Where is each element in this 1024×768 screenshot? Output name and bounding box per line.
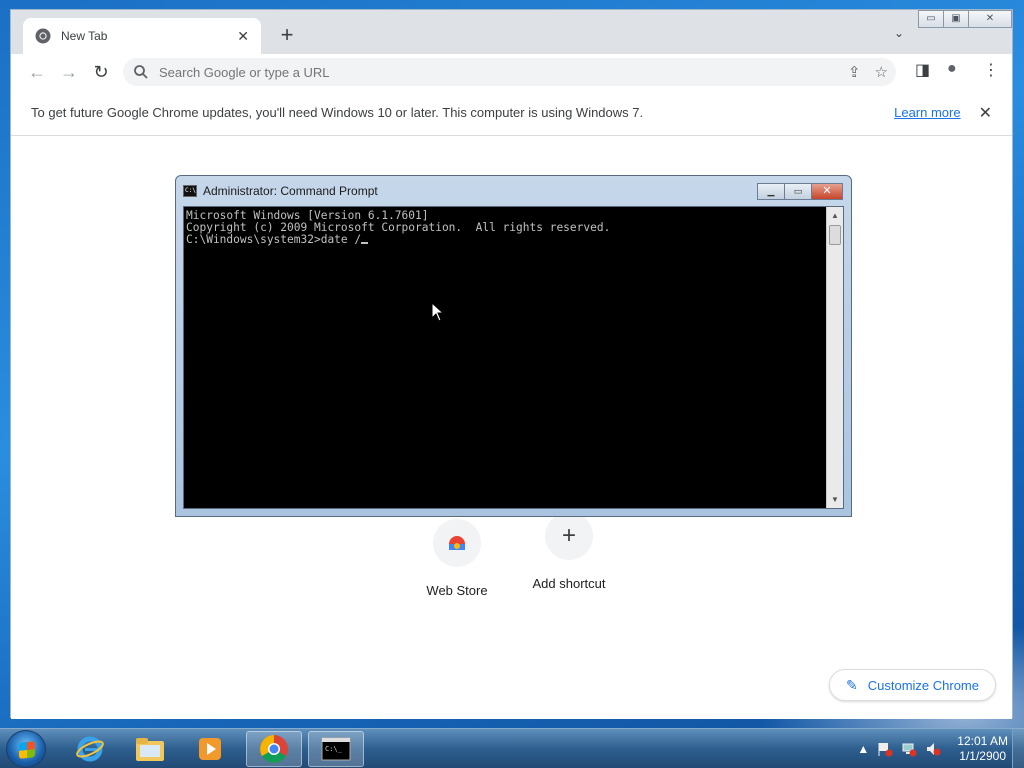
customize-chrome-button[interactable]: ✎ Customize Chrome — [829, 669, 996, 701]
cmd-prompt: C:\Windows\system32>date / — [186, 233, 362, 246]
update-infobar: To get future Google Chrome updates, you… — [11, 90, 1012, 136]
omnibox[interactable]: ⇪ ☆ — [123, 58, 896, 86]
maximize-button[interactable]: ▣ — [943, 10, 969, 28]
back-button[interactable]: ← — [25, 60, 49, 84]
tab-close-icon[interactable]: ✕ — [237, 28, 249, 45]
bookmark-star-icon[interactable]: ☆ — [875, 63, 888, 81]
scroll-thumb[interactable] — [829, 225, 841, 245]
scroll-up-arrow-icon[interactable]: ▲ — [827, 207, 843, 224]
scroll-down-arrow-icon[interactable]: ▼ — [827, 491, 843, 508]
taskbar-media-player[interactable] — [182, 731, 238, 767]
tab-new-tab[interactable]: New Tab ✕ — [23, 18, 261, 54]
command-prompt-window: C:\ Administrator: Command Prompt ▁ ▭ ✕ … — [175, 175, 852, 517]
search-icon — [134, 65, 148, 79]
cmd-minimize-button[interactable]: ▁ — [757, 182, 785, 200]
cmd-close-button[interactable]: ✕ — [811, 182, 843, 200]
tray-expand-icon[interactable]: ▲ — [857, 742, 869, 756]
taskbar: C:\_ ▲ 12:01 AM 1/1/2900 — [0, 728, 1024, 768]
internet-explorer-icon — [76, 736, 104, 762]
close-window-button[interactable]: ✕ — [968, 10, 1012, 28]
cmd-prompt-line: C:\Windows\system32>date / — [186, 234, 825, 246]
infobar-message: To get future Google Chrome updates, you… — [31, 105, 644, 120]
clock-time: 12:01 AM — [957, 734, 1008, 748]
side-panel-icon[interactable]: ◨ — [915, 60, 930, 80]
profile-avatar-icon[interactable]: ● — [947, 60, 957, 78]
cmd-maximize-button[interactable]: ▭ — [784, 182, 812, 200]
cmd-titlebar[interactable]: C:\ Administrator: Command Prompt ▁ ▭ ✕ — [183, 176, 844, 206]
cmd-taskbar-icon: C:\_ — [321, 737, 351, 761]
cmd-console[interactable]: Microsoft Windows [Version 6.1.7601] Copy… — [183, 206, 844, 509]
cmd-scrollbar[interactable]: ▲ ▼ — [826, 207, 843, 508]
reload-button[interactable]: ↻ — [89, 60, 113, 84]
cmd-icon: C:\ — [183, 185, 197, 197]
tab-search-icon[interactable]: ⌄ — [894, 26, 904, 40]
share-icon[interactable]: ⇪ — [848, 63, 861, 81]
taskbar-command-prompt[interactable]: C:\_ — [308, 731, 364, 767]
taskbar-internet-explorer[interactable] — [62, 731, 118, 767]
shortcut-web-store[interactable]: Web Store — [407, 519, 507, 598]
network-icon[interactable] — [901, 741, 917, 757]
shortcut-add[interactable]: + Add shortcut — [519, 512, 619, 591]
svg-text:C:\_: C:\_ — [325, 745, 343, 753]
minimize-button[interactable]: ▭ — [918, 10, 944, 28]
volume-muted-icon[interactable] — [925, 741, 941, 757]
folder-icon — [136, 738, 164, 761]
cmd-window-controls: ▁ ▭ ✕ — [757, 182, 843, 200]
customize-label: Customize Chrome — [867, 677, 979, 693]
tab-strip: New Tab ✕ + ⌄ ▭ ▣ ✕ — [11, 10, 1012, 54]
web-store-icon — [433, 519, 481, 567]
mouse-pointer-icon — [431, 302, 445, 322]
cmd-title: Administrator: Command Prompt — [203, 184, 378, 198]
action-center-flag-icon[interactable] — [877, 741, 893, 757]
cmd-output: Microsoft Windows [Version 6.1.7601] Copy… — [186, 210, 825, 246]
start-button[interactable] — [6, 730, 46, 768]
media-player-icon — [199, 738, 221, 760]
chrome-menu-icon[interactable]: ⋮ — [983, 60, 999, 80]
taskbar-file-explorer[interactable] — [122, 731, 178, 767]
address-input[interactable] — [159, 64, 848, 80]
forward-button[interactable]: → — [57, 60, 81, 84]
tab-title: New Tab — [61, 29, 108, 43]
clock[interactable]: 12:01 AM 1/1/2900 — [957, 734, 1008, 764]
browser-toolbar: ← → ↻ ⇪ ☆ ◨ ● ⋮ — [11, 54, 1012, 90]
infobar-close-icon[interactable]: ✕ — [979, 103, 992, 123]
shortcut-label: Add shortcut — [532, 576, 606, 591]
text-cursor — [361, 242, 369, 244]
chrome-favicon-icon — [35, 28, 51, 44]
new-tab-button[interactable]: + — [275, 24, 299, 48]
add-icon: + — [545, 512, 593, 560]
show-desktop-button[interactable] — [1012, 729, 1024, 768]
chrome-icon — [260, 735, 288, 763]
learn-more-link[interactable]: Learn more — [894, 105, 960, 120]
window-controls: ▭ ▣ ✕ — [918, 10, 1012, 28]
taskbar-chrome[interactable] — [246, 731, 302, 767]
pencil-icon: ✎ — [846, 676, 858, 693]
shortcut-label: Web Store — [426, 583, 488, 598]
clock-date: 1/1/2900 — [959, 749, 1006, 763]
system-tray: ▲ 12:01 AM 1/1/2900 — [857, 729, 1008, 768]
